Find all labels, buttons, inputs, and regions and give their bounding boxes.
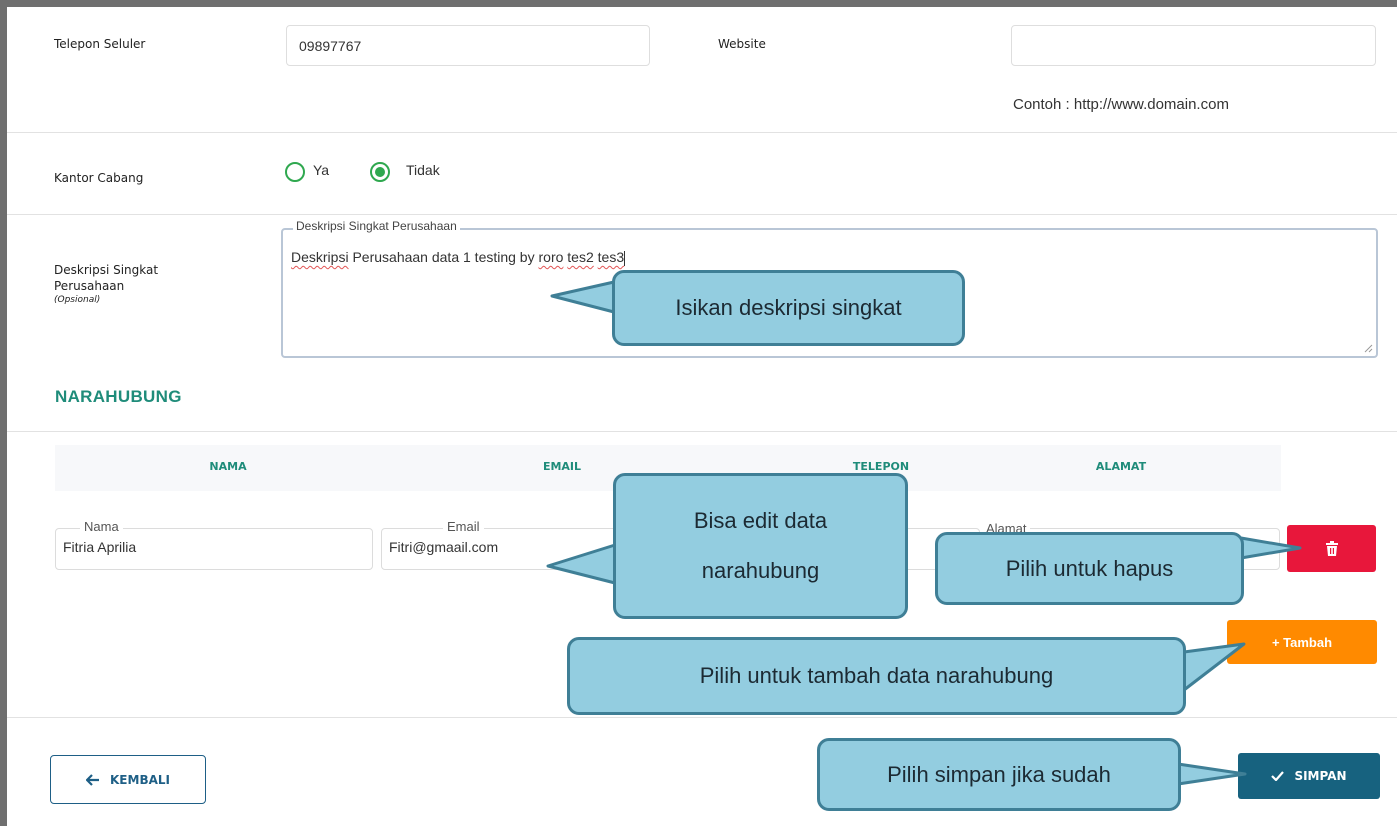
callout-desc: Isikan deskripsi singkat xyxy=(612,270,965,346)
callout-save: Pilih simpan jika sudah xyxy=(817,738,1181,811)
callout-edit-line2: narahubung xyxy=(701,558,820,583)
callout-add: Pilih untuk tambah data narahubung xyxy=(567,637,1186,715)
callout-delete: Pilih untuk hapus xyxy=(935,532,1244,605)
callout-edit-line1: Bisa edit data xyxy=(693,508,828,533)
callout-edit: Bisa edit data narahubung xyxy=(613,473,908,619)
